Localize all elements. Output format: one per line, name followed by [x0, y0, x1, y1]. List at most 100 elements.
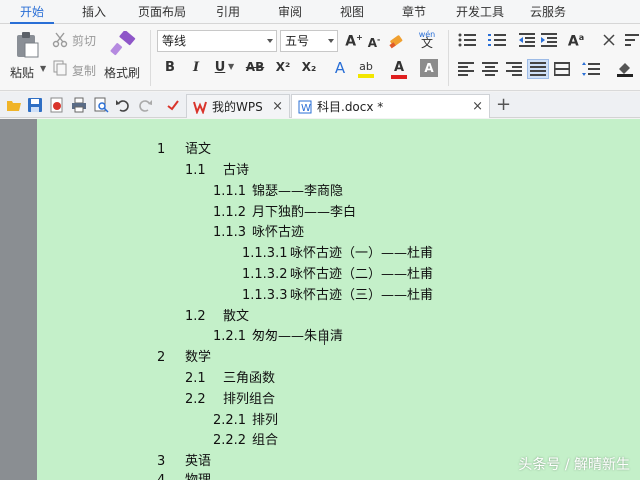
outline-heading-1[interactable]: 4物理 [157, 469, 211, 480]
tab-review[interactable]: 审阅 [266, 0, 314, 24]
distributed-align-icon[interactable] [552, 60, 572, 78]
format-painter-button[interactable]: 格式刷 [104, 64, 140, 81]
italic-button[interactable]: I [186, 60, 206, 75]
underline-dropdown-icon[interactable]: ▼ [228, 62, 234, 71]
superscript-button[interactable]: X² [272, 60, 294, 74]
text-effect-button[interactable]: A [330, 59, 350, 77]
font-color-label: A [393, 59, 405, 75]
align-right-icon[interactable] [504, 60, 524, 78]
numbered-list-icon[interactable] [486, 32, 508, 48]
outline-heading-3[interactable]: 1.1.1 锦瑟——李商隐 [213, 180, 343, 199]
underline-button[interactable]: U [210, 60, 230, 75]
outline-number: 2.1 [185, 371, 206, 386]
scissors-icon[interactable] [52, 32, 68, 48]
svg-text:W: W [301, 103, 311, 114]
outline-text: 锦瑟——李商隐 [252, 184, 344, 199]
tab-insert[interactable]: 插入 [66, 0, 122, 24]
outline-heading-2[interactable]: 2.2 排列组合 [185, 388, 275, 407]
clear-format-icon[interactable] [388, 32, 406, 50]
copy-icon[interactable] [52, 60, 68, 76]
outline-heading-2[interactable]: 1.1 古诗 [185, 159, 249, 178]
tab-section[interactable]: 章节 [390, 0, 438, 24]
highlight-label: ab [359, 60, 373, 73]
bullet-list-icon[interactable] [456, 32, 478, 48]
tab-my-wps-label: 我的WPS [212, 100, 263, 114]
paragraph-shading-icon[interactable] [614, 60, 636, 78]
increase-indent-icon[interactable] [540, 32, 558, 48]
undo-icon[interactable] [115, 97, 131, 113]
outline-heading-4[interactable]: 1.1.3.1 咏怀古迹（一）——杜甫 [242, 242, 433, 261]
tab-page-layout[interactable]: 页面布局 [130, 0, 194, 24]
font-color-swatch [391, 74, 407, 79]
bold-button[interactable]: B [160, 60, 180, 75]
outline-number: 1.1.3.2 [242, 267, 288, 282]
phonetic-guide-button[interactable]: wén 文 [414, 28, 440, 50]
outline-heading-2[interactable]: 2.1 三角函数 [185, 367, 275, 386]
open-folder-icon[interactable] [6, 97, 22, 113]
outline-heading-1[interactable]: 1 语文 [157, 138, 211, 157]
grow-font-button[interactable]: A+ [344, 33, 364, 50]
outline-text: 物理 [185, 473, 211, 480]
highlight-color-swatch [358, 74, 374, 78]
close-tab-document-icon[interactable]: × [472, 99, 483, 114]
change-case-button[interactable]: Aa [566, 33, 586, 50]
outline-heading-3[interactable]: 1.1.2 月下独酌——李白 [213, 201, 356, 220]
decrease-indent-icon[interactable] [518, 32, 536, 48]
highlight-button[interactable]: ab [354, 58, 378, 80]
outline-heading-4[interactable]: 1.1.3.2 咏怀古迹（二）——杜甫 [242, 263, 433, 282]
outline-heading-3[interactable]: 2.2.1 排列 [213, 409, 278, 428]
align-center-icon[interactable] [480, 60, 500, 78]
align-left-icon[interactable] [456, 60, 476, 78]
cut-button[interactable]: 剪切 [72, 32, 96, 49]
show-hide-marks-icon[interactable] [600, 32, 618, 48]
justify-icon[interactable] [527, 59, 549, 79]
font-size-select[interactable]: 五号 [280, 30, 338, 52]
outline-heading-4[interactable]: 1.1.3.3 咏怀古迹（三）——杜甫 [242, 284, 433, 303]
outline-heading-2[interactable]: 1.2 散文 [185, 305, 249, 324]
new-tab-button[interactable]: + [496, 95, 511, 115]
format-painter-icon[interactable] [108, 30, 138, 60]
tab-my-wps[interactable]: 我的WPS × [186, 94, 290, 118]
close-tab-my-wps-icon[interactable]: × [272, 99, 283, 114]
outline-heading-1[interactable]: 3 英语 [157, 450, 211, 469]
tab-developer[interactable]: 开发工具 [448, 0, 512, 24]
outline-number: 1.1.2 [213, 205, 247, 220]
font-name-select[interactable]: 等线 [157, 30, 277, 52]
tab-document[interactable]: W 科目.docx * × [291, 94, 490, 118]
phonetic-char: 文 [420, 36, 433, 50]
subscript-button[interactable]: X₂ [298, 60, 320, 74]
redo-icon[interactable] [137, 97, 153, 113]
outline-text: 月下独酌——李白 [252, 205, 357, 220]
tab-view[interactable]: 视图 [328, 0, 376, 24]
grow-font-label: A [345, 33, 357, 50]
save-icon[interactable] [27, 97, 43, 113]
outline-text: 排列组合 [223, 392, 276, 407]
paste-dropdown-icon[interactable]: ▼ [40, 64, 46, 73]
copy-button[interactable]: 复制 [72, 62, 96, 79]
paste-icon[interactable] [12, 30, 42, 60]
sort-icon[interactable] [624, 32, 640, 48]
export-pdf-icon[interactable] [49, 97, 65, 113]
outline-heading-1[interactable]: 2 数学 [157, 346, 211, 365]
line-spacing-icon[interactable] [580, 60, 602, 78]
shrink-font-button[interactable]: A- [364, 35, 384, 50]
customize-toolbar-icon[interactable] [165, 97, 181, 113]
paste-button[interactable]: 粘贴 [10, 64, 34, 81]
change-case-label: A [567, 33, 579, 50]
font-color-button[interactable]: A [388, 58, 410, 80]
outline-number: 1.2 [185, 309, 206, 324]
print-icon[interactable] [71, 97, 87, 113]
tab-home[interactable]: 开始 [4, 0, 60, 24]
tab-references[interactable]: 引用 [204, 0, 252, 24]
outline-heading-3[interactable]: 1.1.3 咏怀古迹 [213, 221, 304, 240]
separator [448, 30, 449, 86]
character-shading-button[interactable]: A [420, 59, 438, 77]
outline-text: 咏怀古迹 [252, 225, 305, 240]
outline-number: 1.1.3 [213, 225, 247, 240]
outline-number: 2.2.1 [213, 413, 247, 428]
quick-access-bar: 我的WPS × W 科目.docx * × + [0, 92, 640, 118]
outline-heading-3[interactable]: 2.2.2 组合 [213, 429, 278, 448]
print-preview-icon[interactable] [93, 97, 109, 113]
tab-cloud-service[interactable]: 云服务 [520, 0, 576, 24]
strikethrough-button[interactable]: AB [242, 60, 268, 74]
